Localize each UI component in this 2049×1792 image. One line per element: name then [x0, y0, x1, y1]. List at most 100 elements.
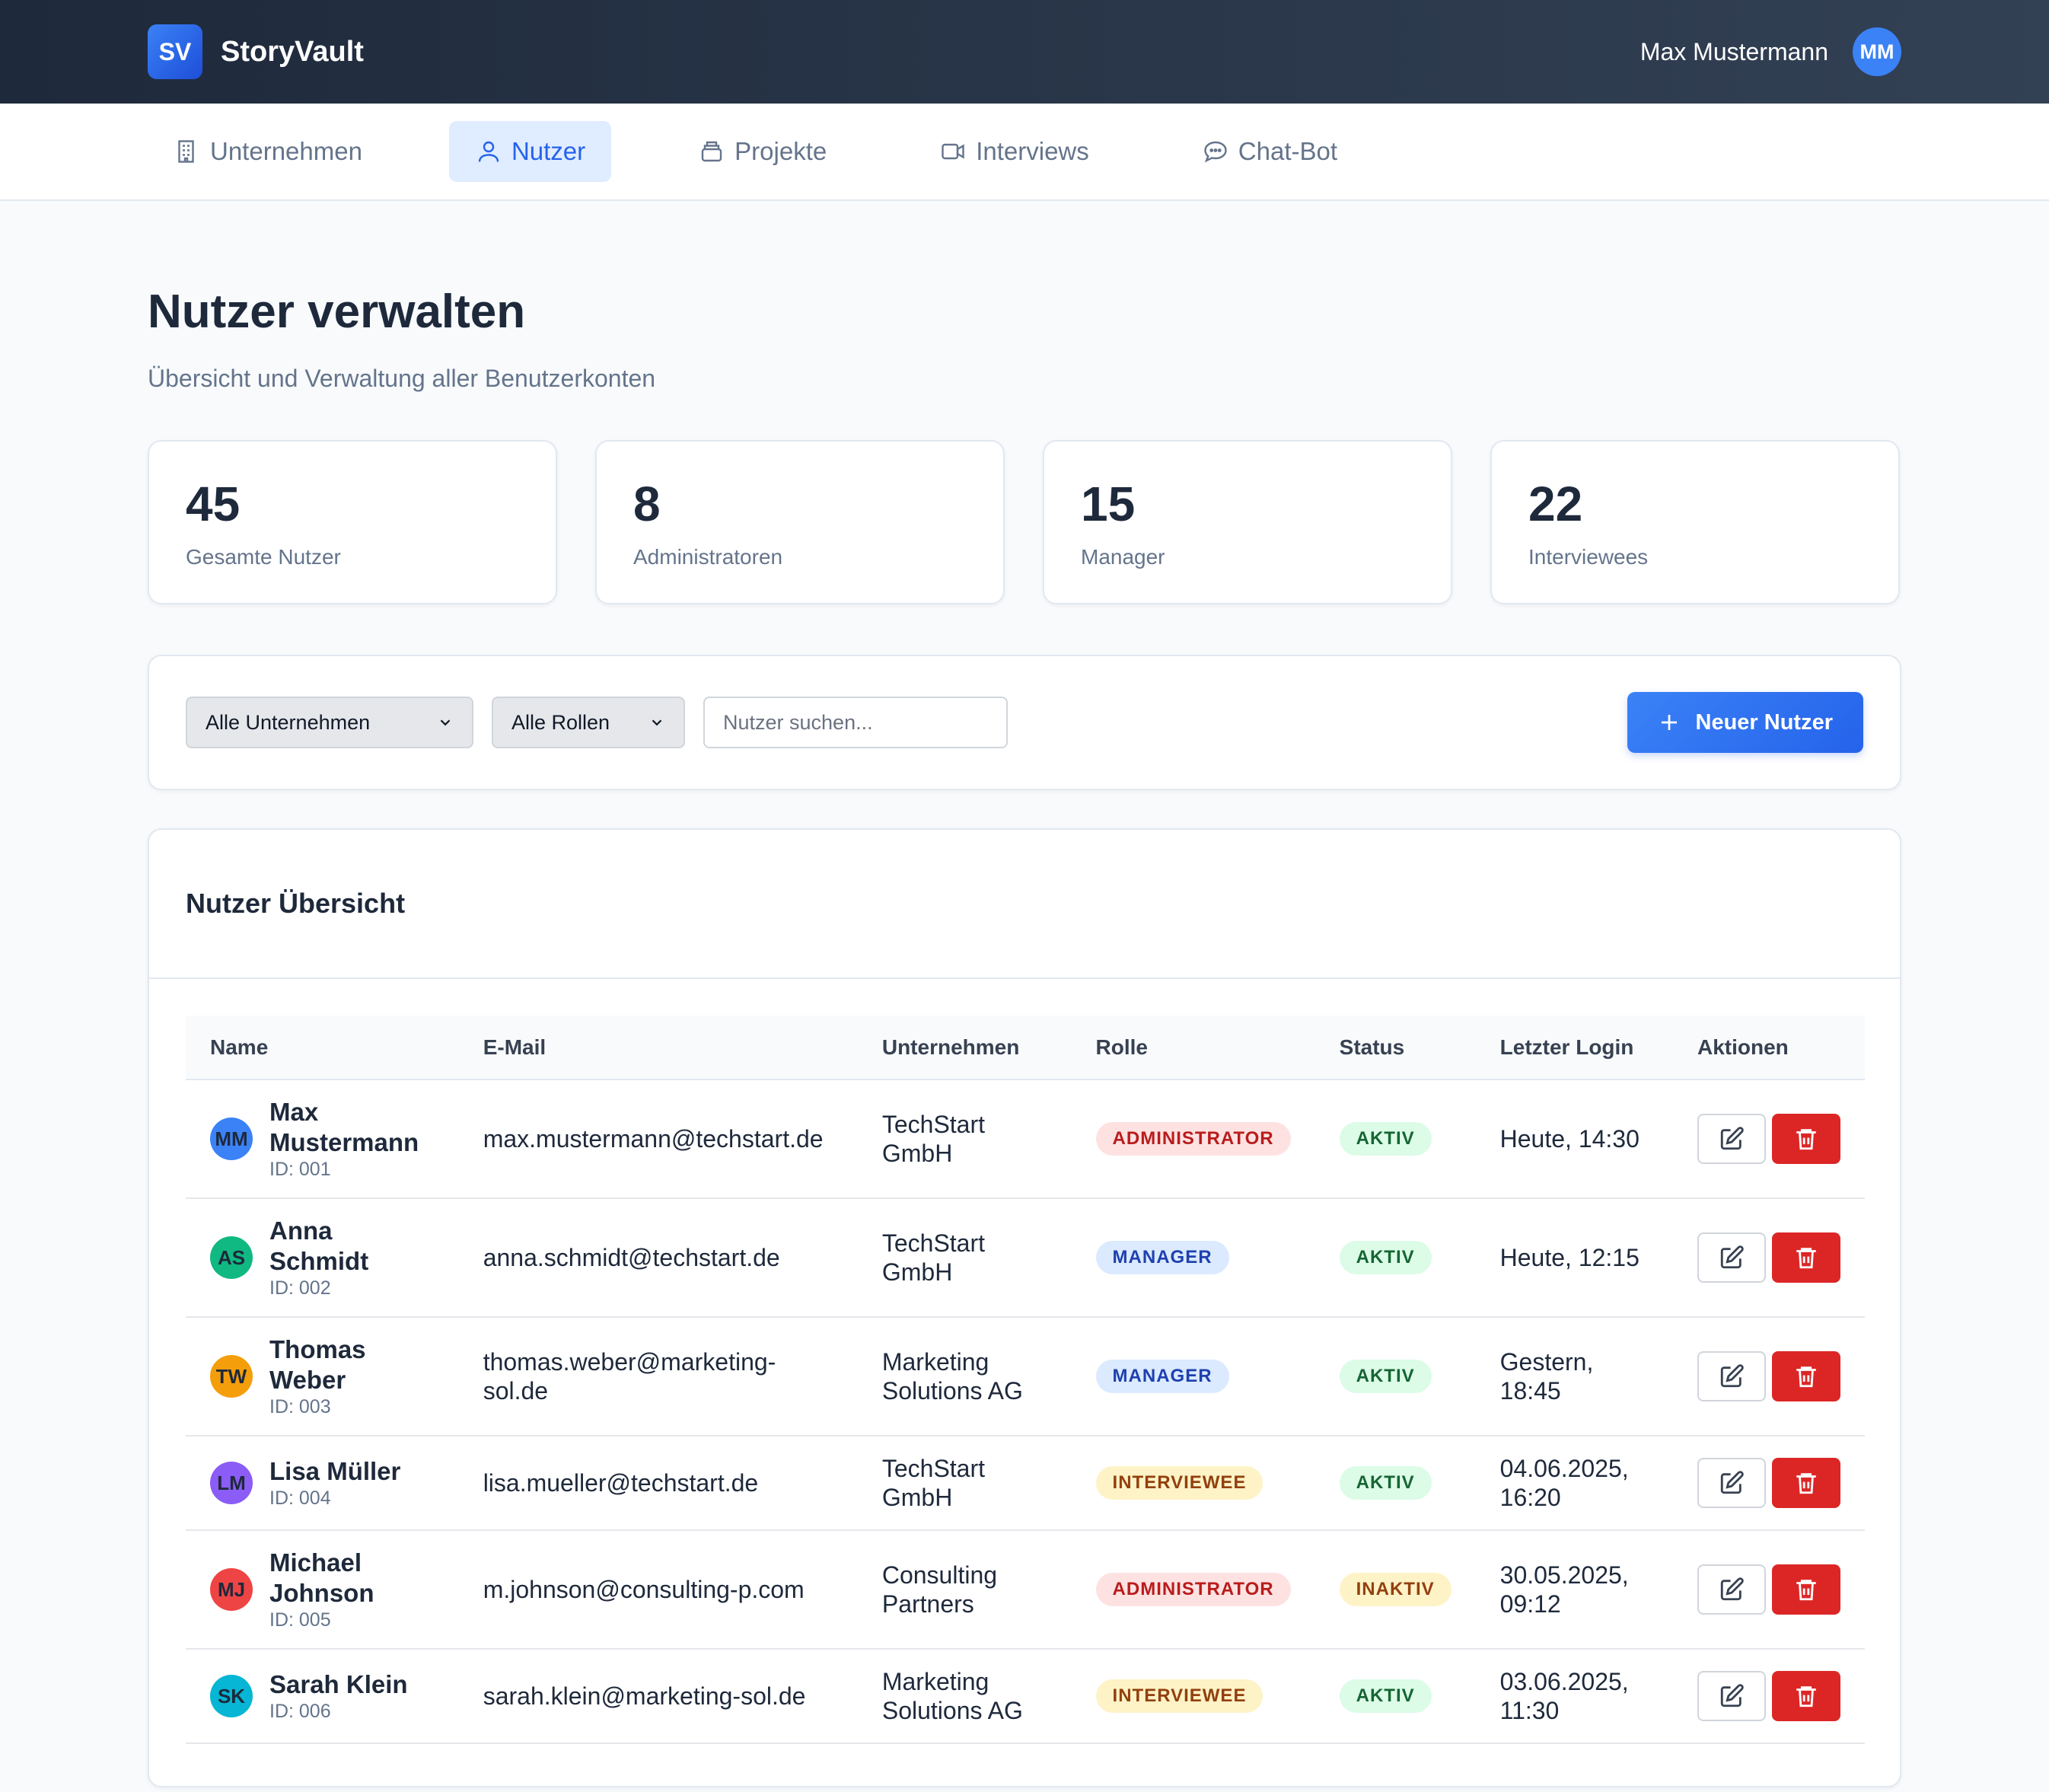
company-cont: GmbH: [881, 1258, 953, 1286]
user-name: Michael Johnson: [269, 1548, 374, 1608]
edit-icon: [1720, 1127, 1744, 1150]
last-login-cont: 18:45: [1499, 1377, 1561, 1405]
company: TechStart: [881, 1454, 986, 1482]
delete-button[interactable]: [1772, 1458, 1840, 1508]
company-select[interactable]: Alle Unternehmen: [186, 697, 473, 748]
company-cell: TechStart GmbH: [857, 1198, 1072, 1318]
stat-label: Manager: [1081, 545, 1165, 569]
user-name: Max Mustermann: [1640, 37, 1828, 65]
trash-icon: [1796, 1248, 1816, 1269]
stat-value: 15: [1081, 477, 1136, 531]
user-id: ID: 002: [269, 1277, 331, 1299]
status-cell: AKTIV: [1314, 1436, 1476, 1531]
logo: SV: [148, 24, 202, 79]
user-name: Anna Schmidt: [269, 1216, 368, 1276]
column-header[interactable]: Name: [186, 1016, 459, 1080]
email: m.johnson@consulting-p.com: [483, 1575, 805, 1603]
name-cell: MJ Michael Johnson ID: 005: [186, 1530, 459, 1650]
last-login-cont: 11:30: [1499, 1697, 1560, 1724]
email-cell: thomas.weber@marketing- sol.de: [458, 1317, 858, 1436]
company: Consulting: [881, 1561, 998, 1589]
tab-chat-bot[interactable]: Chat-Bot: [1176, 121, 1363, 182]
email-cont: sol.de: [483, 1377, 549, 1405]
tab-projekte[interactable]: Projekte: [672, 121, 852, 182]
delete-button[interactable]: [1772, 1114, 1840, 1164]
building-icon: [178, 140, 194, 163]
users-table-card: Nutzer Übersicht Name E-Mail Unternehmen…: [148, 828, 1901, 1787]
user-name-line: Sarah Klein: [269, 1669, 408, 1698]
avatar: MM: [210, 1118, 253, 1160]
stat-label: Administratoren: [633, 545, 783, 569]
user-id: ID: 006: [269, 1701, 331, 1723]
table-row[interactable]: TW Thomas Weber ID: 003 thomas.weber@mar…: [186, 1317, 1865, 1436]
brand[interactable]: SV StoryVault: [148, 24, 364, 79]
table-row[interactable]: SK Sarah Klein ID: 006 sarah.klein@marke…: [186, 1649, 1865, 1744]
edit-button[interactable]: [1697, 1458, 1766, 1508]
table-row[interactable]: MM Max Mustermann ID: 001 max.mustermann…: [186, 1079, 1865, 1199]
email-cell: m.johnson@consulting-p.com: [458, 1530, 858, 1650]
column-header[interactable]: E-Mail: [458, 1016, 858, 1080]
new-user-button[interactable]: Neuer Nutzer: [1627, 692, 1863, 753]
edit-button[interactable]: [1697, 1564, 1766, 1615]
status-badge: AKTIV: [1339, 1679, 1432, 1713]
role-badge: ADMINISTRATOR: [1095, 1573, 1291, 1606]
table-row[interactable]: LM Lisa Müller ID: 004 lisa.mueller@tech…: [186, 1436, 1865, 1531]
trash-icon: [1796, 1580, 1816, 1601]
delete-button[interactable]: [1772, 1232, 1840, 1283]
tab-label: Unternehmen: [210, 137, 362, 165]
avatar: MJ: [210, 1568, 253, 1611]
company-cell: Marketing Solutions AG: [857, 1649, 1072, 1744]
company-cont: Solutions AG: [881, 1377, 1023, 1405]
email: thomas.weber@marketing-: [483, 1347, 776, 1376]
avatar: AS: [210, 1236, 253, 1279]
role-select[interactable]: Alle Rollen: [492, 697, 685, 748]
column-header[interactable]: Rolle: [1071, 1016, 1315, 1080]
email-cell: sarah.klein@marketing-sol.de: [458, 1649, 858, 1744]
role-badge: INTERVIEWEE: [1095, 1466, 1263, 1500]
edit-button[interactable]: [1697, 1232, 1766, 1283]
edit-button[interactable]: [1697, 1351, 1766, 1401]
column-header[interactable]: Letzter Login: [1475, 1016, 1673, 1080]
role-cell: INTERVIEWEE: [1071, 1436, 1315, 1531]
trash-icon: [1796, 1473, 1816, 1494]
stat-label: Interviewees: [1528, 545, 1649, 569]
search-input[interactable]: [703, 697, 1008, 748]
delete-button[interactable]: [1772, 1671, 1840, 1721]
user-menu[interactable]: Max Mustermann MM: [1640, 27, 1901, 76]
status-cell: AKTIV: [1314, 1198, 1476, 1318]
name-cell: SK Sarah Klein ID: 006: [186, 1649, 459, 1744]
table-title: Nutzer Übersicht: [149, 830, 1900, 979]
column-header[interactable]: Unternehmen: [857, 1016, 1072, 1080]
role-badge: MANAGER: [1095, 1360, 1229, 1393]
stat-value: 45: [186, 477, 241, 531]
user-avatar[interactable]: MM: [1853, 27, 1901, 76]
table-row[interactable]: MJ Michael Johnson ID: 005 m.johnson@con…: [186, 1530, 1865, 1650]
column-header[interactable]: Status: [1314, 1016, 1476, 1080]
tab-unternehmen[interactable]: Unternehmen: [148, 121, 388, 182]
app-name: StoryVault: [221, 35, 364, 68]
user-name-line: Mustermann: [269, 1127, 419, 1156]
edit-icon: [1720, 1684, 1744, 1708]
email: lisa.mueller@techstart.de: [483, 1468, 759, 1497]
edit-button[interactable]: [1697, 1114, 1766, 1164]
stat-card-admins: 8 Administratoren: [595, 440, 1005, 604]
role-cell: ADMINISTRATOR: [1071, 1079, 1315, 1199]
delete-button[interactable]: [1772, 1351, 1840, 1401]
company: TechStart: [881, 1110, 986, 1138]
user-name: Max Mustermann: [269, 1097, 419, 1157]
role-cell: INTERVIEWEE: [1071, 1649, 1315, 1744]
tab-interviews[interactable]: Interviews: [913, 121, 1115, 182]
table-row[interactable]: AS Anna Schmidt ID: 002 anna.schmidt@tec…: [186, 1198, 1865, 1318]
tab-nutzer[interactable]: Nutzer: [448, 121, 612, 182]
status-badge: AKTIV: [1339, 1360, 1432, 1393]
tab-label: Nutzer: [511, 137, 586, 165]
company-cont: GmbH: [881, 1140, 953, 1167]
delete-button[interactable]: [1772, 1564, 1840, 1615]
status-badge: INAKTIV: [1339, 1573, 1452, 1606]
chevron-down-icon: [440, 719, 451, 726]
status-cell: INAKTIV: [1314, 1530, 1476, 1650]
last-login-cell: Heute, 12:15: [1475, 1198, 1673, 1318]
role-badge: ADMINISTRATOR: [1095, 1122, 1291, 1156]
edit-button[interactable]: [1697, 1671, 1766, 1721]
email: max.mustermann@techstart.de: [483, 1124, 824, 1153]
